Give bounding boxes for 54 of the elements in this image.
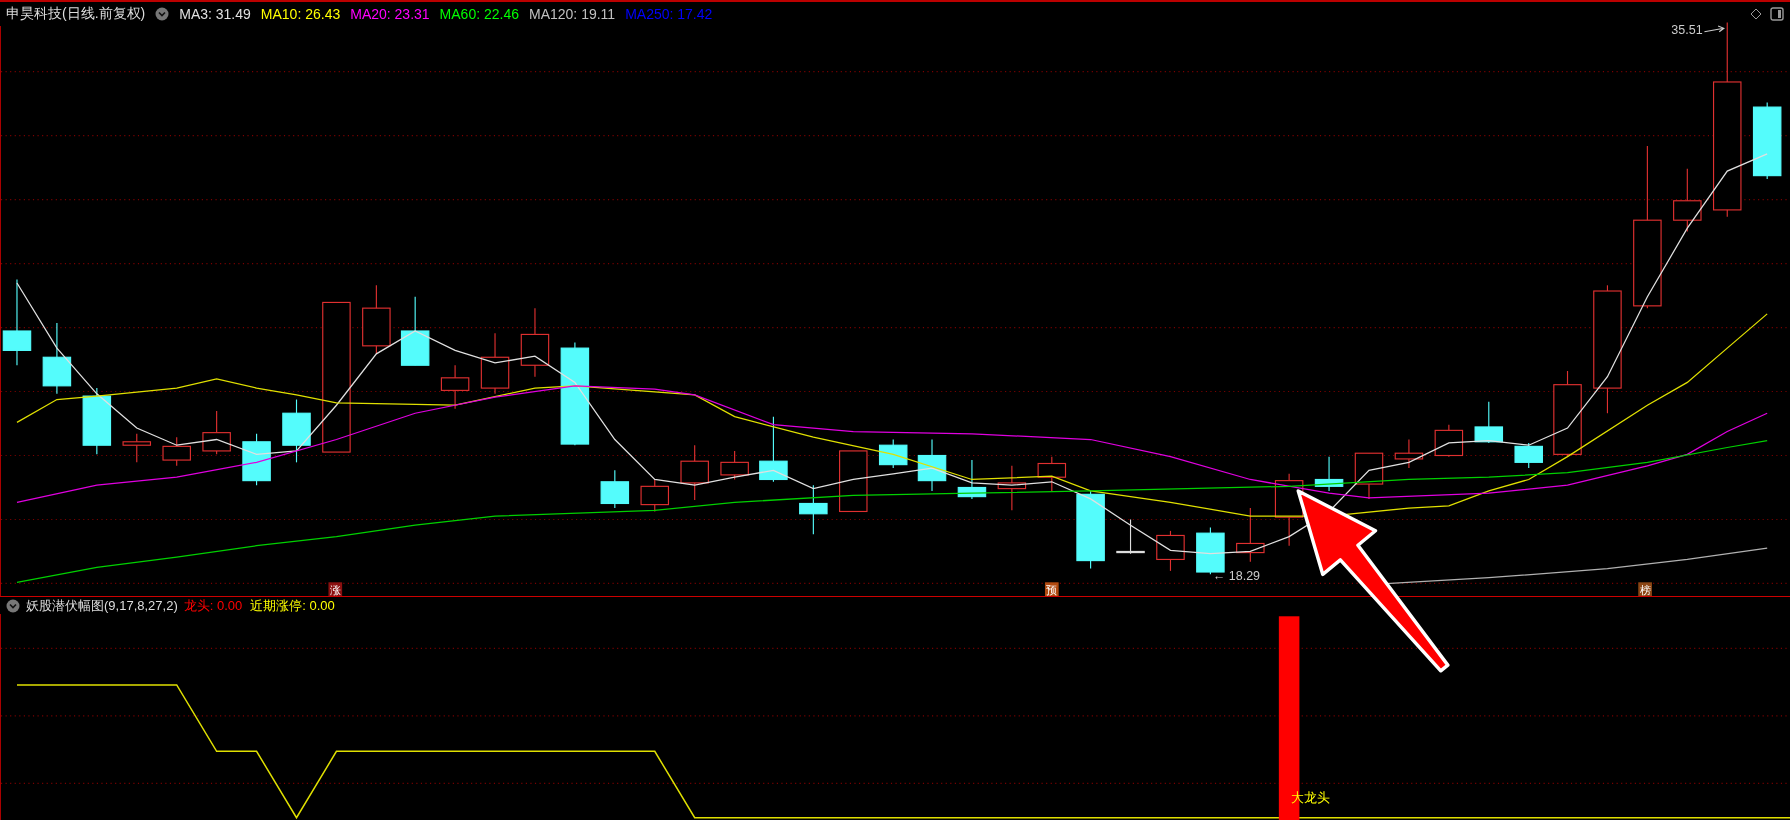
indicator-value: MA20: 23.31	[350, 6, 430, 22]
candlestick	[1394, 438, 1424, 469]
signal-marker: 涨	[328, 582, 343, 597]
candlestick	[242, 433, 271, 486]
candlestick	[520, 307, 550, 378]
candlestick	[1037, 456, 1067, 492]
high-price-label: 35.51	[1671, 23, 1703, 37]
indicator-value: MA60: 22.46	[439, 6, 519, 22]
dropdown-icon[interactable]	[6, 598, 20, 613]
signal-marker: 预	[1044, 582, 1059, 597]
candlestick	[82, 387, 112, 455]
diamond-icon[interactable]	[1750, 8, 1762, 20]
candlestick	[1314, 456, 1344, 492]
candlestick	[122, 433, 152, 463]
indicator-value: MA250: 17.42	[625, 6, 713, 22]
candlestick	[282, 398, 311, 463]
candlestick	[917, 438, 947, 492]
dropdown-icon[interactable]	[155, 7, 170, 21]
candlestick	[1354, 452, 1384, 500]
indicator-value: MA3: 31.49	[179, 6, 251, 22]
candlestick	[440, 364, 470, 410]
candlestick	[1673, 168, 1702, 233]
chart-title: 申昊科技(日线.前复权)	[6, 5, 146, 23]
candlestick	[759, 416, 788, 483]
candlestick	[799, 484, 828, 535]
candlestick	[162, 436, 191, 467]
candlestick	[400, 296, 430, 366]
signal-marker: 榜	[1638, 582, 1652, 597]
candlestick	[878, 438, 908, 469]
candlestick	[997, 465, 1027, 511]
candlestick	[1196, 526, 1225, 575]
arrow-icon	[1703, 25, 1725, 33]
low-price-label: ← 18.29	[1212, 569, 1261, 583]
candlestick	[839, 450, 868, 513]
candlestick	[1474, 401, 1504, 444]
indicator-value: MA10: 26.43	[260, 6, 341, 22]
candlestick	[1434, 424, 1464, 458]
indicator-title: 妖股潜伏幅图(9,17,8,27,2)	[26, 596, 178, 615]
candlestick	[720, 450, 749, 481]
panel-toggle-icon[interactable]	[1770, 7, 1784, 21]
indicator-value: 近期涨停: 0.00	[250, 596, 335, 615]
candlestick	[1236, 507, 1265, 563]
candlestick	[640, 478, 670, 513]
candlestick	[600, 469, 630, 509]
candlestick	[957, 459, 987, 500]
candlestick	[202, 410, 231, 455]
indicator-value: MA120: 19.11	[529, 6, 616, 22]
candlestick	[1156, 530, 1185, 572]
candlestick	[1514, 442, 1543, 469]
candlestick	[480, 332, 510, 395]
candlestick	[680, 444, 709, 501]
candlestick	[1116, 518, 1145, 555]
candlestick	[362, 284, 391, 355]
indicator-value: 龙头: 0.00	[183, 596, 243, 615]
